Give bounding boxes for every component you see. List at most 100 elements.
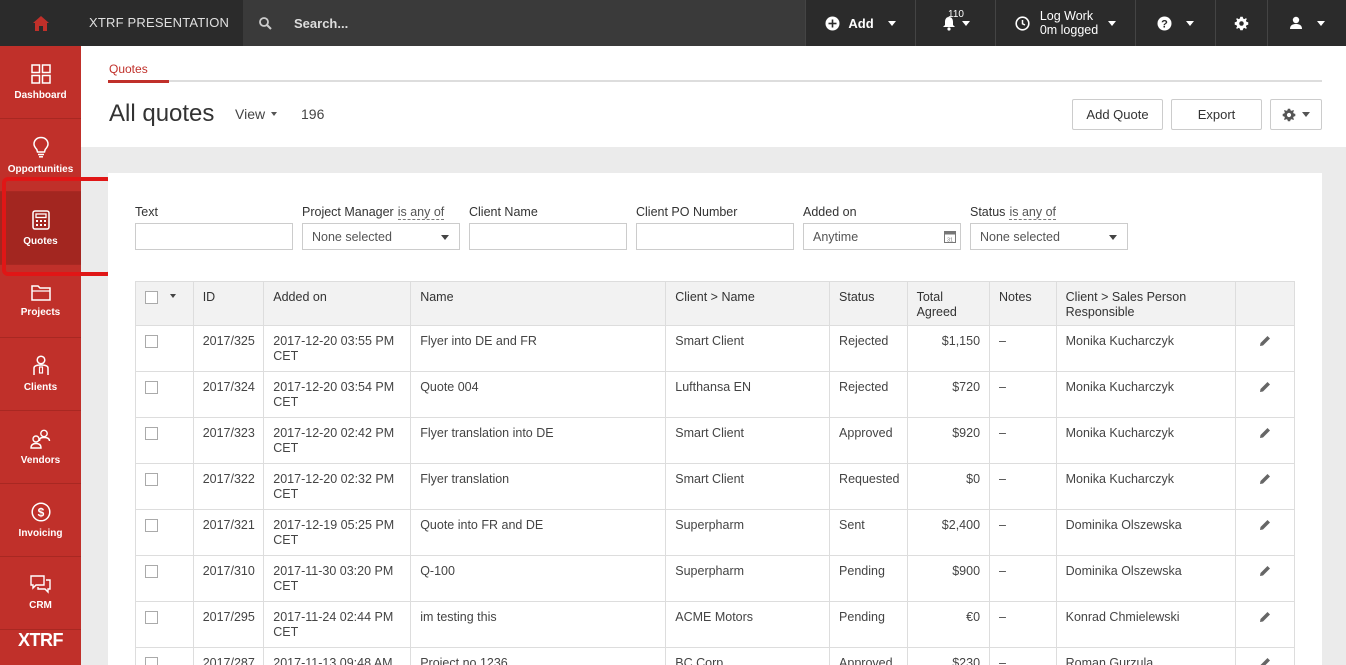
text-filter-input[interactable] — [135, 223, 293, 250]
quote-id[interactable]: 2017/321 — [194, 510, 265, 555]
quote-id[interactable]: 2017/325 — [194, 326, 265, 371]
settings-button[interactable] — [1215, 0, 1267, 46]
filter-label: Text — [135, 205, 158, 219]
client-name: BC Corp — [666, 648, 831, 665]
quote-name[interactable]: Project no 1236 — [411, 648, 667, 665]
calendar-icon[interactable]: 31 — [944, 230, 956, 243]
sidebar-item-invoicing[interactable]: $ Invoicing — [0, 484, 81, 557]
header-added-on[interactable]: Added on — [264, 282, 412, 325]
table-row[interactable]: 2017/2872017-11-13 09:48 AM CETProject n… — [136, 648, 1294, 665]
table-row[interactable]: 2017/323 2017-12-20 02:42 PM CET Flyer tra… — [136, 418, 1294, 464]
quote-name[interactable]: Quote 004 — [411, 372, 667, 417]
pencil-icon[interactable] — [1259, 427, 1271, 439]
filter-client-po: Client PO Number — [636, 205, 794, 250]
header-id[interactable]: ID — [194, 282, 265, 325]
pencil-icon[interactable] — [1259, 473, 1271, 485]
row-checkbox[interactable] — [145, 381, 158, 394]
view-dropdown[interactable]: View — [235, 106, 278, 122]
added-on-input[interactable]: Anytime 31 — [803, 223, 961, 250]
tab-divider — [108, 80, 1322, 82]
header-total-agreed[interactable]: Total Agreed — [908, 282, 991, 325]
page-title: All quotes — [109, 100, 215, 127]
header-notes[interactable]: Notes — [990, 282, 1057, 325]
table-row[interactable]: 2017/322 2017-12-20 02:32 PM CET Flyer tra… — [136, 464, 1294, 510]
total-agreed: €0 — [908, 602, 991, 647]
pencil-icon[interactable] — [1259, 519, 1271, 531]
pencil-icon[interactable] — [1259, 335, 1271, 347]
table-row[interactable]: 2017/321 2017-12-19 05:25 PM CET Quote int… — [136, 510, 1294, 556]
home-button[interactable] — [0, 0, 81, 46]
quote-name[interactable]: im testing this — [411, 602, 667, 647]
table-row[interactable]: 2017/310 2017-11-30 03:20 PM CET Q-100 Supe… — [136, 556, 1294, 602]
status: Approved — [830, 648, 908, 665]
home-icon — [32, 15, 49, 31]
gear-icon — [1234, 16, 1249, 30]
client-po-input[interactable] — [636, 223, 794, 250]
add-menu-button[interactable]: Add — [805, 0, 915, 46]
notes: – — [990, 556, 1057, 601]
row-checkbox[interactable] — [145, 657, 158, 665]
sidebar-item-crm[interactable]: CRM — [0, 557, 81, 630]
client-name-input[interactable] — [469, 223, 627, 250]
chat-icon — [30, 575, 51, 594]
user-menu-button[interactable] — [1267, 0, 1345, 46]
select-all-checkbox[interactable] — [145, 291, 158, 304]
log-work-button[interactable]: Log Work 0m logged — [995, 0, 1135, 46]
pencil-icon[interactable] — [1259, 611, 1271, 623]
row-checkbox[interactable] — [145, 519, 158, 532]
chevron-down-icon — [1186, 20, 1194, 26]
tab-quotes[interactable]: Quotes — [109, 62, 148, 76]
page-header: Quotes All quotes View 196 Add Quote Exp… — [81, 46, 1346, 147]
table-row[interactable]: 2017/324 2017-12-20 03:54 PM CET Quote 004… — [136, 372, 1294, 418]
quote-name[interactable]: Flyer translation into DE — [411, 418, 667, 463]
table-row[interactable]: 2017/325 2017-12-20 03:55 PM CET Flyer int… — [136, 326, 1294, 372]
row-checkbox[interactable] — [145, 565, 158, 578]
filter-operator[interactable]: is any of — [1009, 205, 1056, 220]
header-client-name[interactable]: Client > Name — [666, 282, 831, 325]
search-input[interactable] — [294, 15, 774, 31]
help-button[interactable]: ? — [1135, 0, 1215, 46]
quote-id[interactable]: 2017/310 — [194, 556, 265, 601]
logged-time: 0m logged — [1039, 23, 1099, 37]
total-agreed: $720 — [908, 372, 991, 417]
add-quote-button[interactable]: Add Quote — [1072, 99, 1163, 130]
row-select-cell — [136, 326, 194, 371]
chevron-down-icon[interactable] — [170, 294, 176, 298]
status-select[interactable]: None selected — [970, 223, 1128, 250]
filter-label: Client PO Number — [636, 205, 738, 219]
quote-name[interactable]: Flyer into DE and FR — [411, 326, 667, 371]
row-checkbox[interactable] — [145, 335, 158, 348]
quote-name[interactable]: Flyer translation — [411, 464, 667, 509]
quote-id[interactable]: 2017/323 — [194, 418, 265, 463]
header-sales-person[interactable]: Client > Sales Person Responsible — [1057, 282, 1237, 325]
app-title[interactable]: XTRF PRESENTATION — [81, 0, 243, 46]
sidebar-item-label: Clients — [23, 382, 58, 393]
total-agreed: $0 — [908, 464, 991, 509]
sidebar-item-clients[interactable]: Clients — [0, 338, 81, 411]
filter-status: Status is any of None selected — [970, 205, 1128, 250]
table-row[interactable]: 2017/295 2017-11-24 02:44 PM CET im testin… — [136, 602, 1294, 648]
quote-name[interactable]: Quote into FR and DE — [411, 510, 667, 555]
row-checkbox[interactable] — [145, 473, 158, 486]
row-checkbox[interactable] — [145, 427, 158, 440]
header-name[interactable]: Name — [411, 282, 667, 325]
vendors-icon — [29, 429, 50, 449]
filter-operator[interactable]: is any of — [397, 205, 445, 220]
sidebar-item-dashboard[interactable]: Dashboard — [0, 46, 81, 119]
export-button[interactable]: Export — [1171, 99, 1262, 130]
pencil-icon[interactable] — [1259, 657, 1271, 665]
quote-id[interactable]: 2017/322 — [194, 464, 265, 509]
pencil-icon[interactable] — [1259, 565, 1271, 577]
quote-id[interactable]: 2017/295 — [194, 602, 265, 647]
table-settings-button[interactable] — [1270, 99, 1322, 130]
pencil-icon[interactable] — [1259, 381, 1271, 393]
sidebar-item-vendors[interactable]: Vendors — [0, 411, 81, 484]
project-manager-select[interactable]: None selected — [302, 223, 460, 250]
row-checkbox[interactable] — [145, 611, 158, 624]
header-status[interactable]: Status — [830, 282, 908, 325]
quote-name[interactable]: Q-100 — [411, 556, 667, 601]
quote-id[interactable]: 2017/287 — [194, 648, 265, 665]
quote-id[interactable]: 2017/324 — [194, 372, 265, 417]
notifications-button[interactable]: 110 — [915, 0, 995, 46]
search-bar[interactable] — [243, 0, 805, 46]
